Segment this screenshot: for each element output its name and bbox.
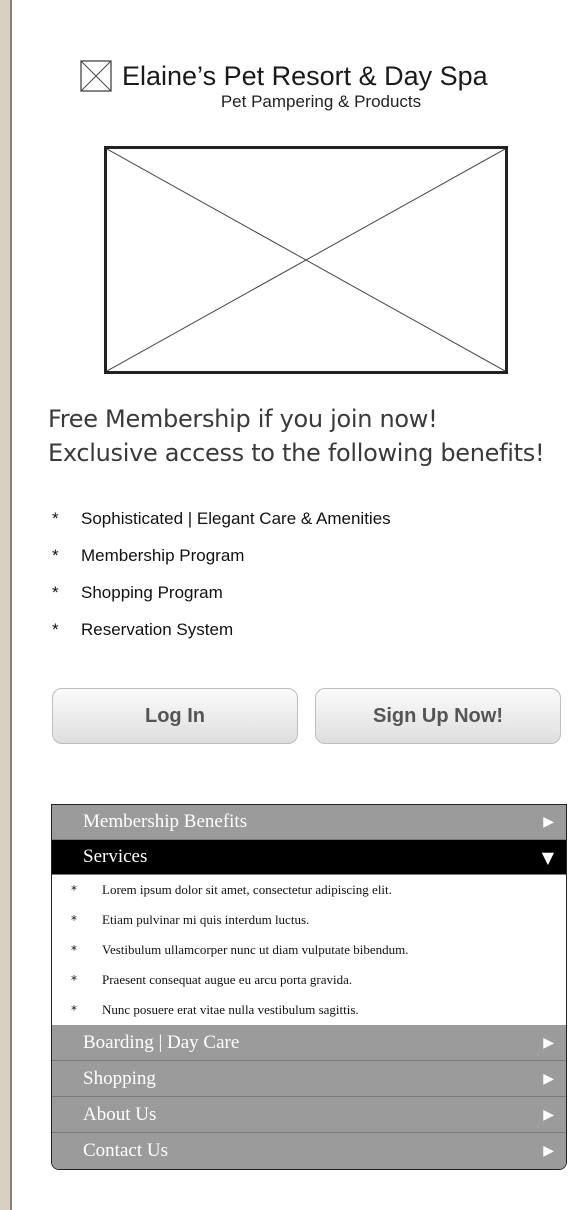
accordion-label: Shopping (83, 1067, 156, 1089)
accordion-services[interactable]: Services ▼ (52, 840, 566, 875)
chevron-right-icon: ▶ (543, 1106, 554, 1123)
benefit-label: Reservation System (81, 619, 234, 639)
image-placeholder-icon (80, 60, 112, 92)
accordion-label: Services (83, 846, 148, 867)
page-frame: Elaine’s Pet Resort & Day Spa Pet Pamper… (10, 0, 588, 1210)
services-accordion: Membership Benefits ▶ Services ▼ * Lorem … (51, 804, 567, 1170)
benefit-item: * Membership Program (52, 537, 391, 574)
list-item-text: Nunc posuere erat vitae nulla vestibulum… (102, 1002, 359, 1017)
list-item-text: Lorem ipsum dolor sit amet, consectetur … (102, 882, 392, 897)
promo-line-2: Exclusive access to the following benefi… (48, 439, 545, 467)
promo-line-1: Free Membership if you join now! (48, 405, 438, 433)
chevron-right-icon: ▶ (543, 1070, 554, 1087)
list-item: * Etiam pulvinar mi quis interdum luctus. (52, 905, 566, 935)
list-item: * Vestibulum ullamcorper nunc ut diam vul… (52, 935, 566, 965)
site-title: Elaine’s Pet Resort & Day Spa (122, 60, 488, 91)
benefit-label: Shopping Program (81, 582, 223, 602)
bullet-star: * (52, 582, 59, 602)
accordion-membership-benefits[interactable]: Membership Benefits ▶ (52, 805, 566, 840)
bullet-star: * (71, 883, 77, 897)
accordion-label: About Us (83, 1103, 157, 1125)
logo-row: Elaine’s Pet Resort & Day Spa (80, 58, 488, 94)
list-item: * Nunc posuere erat vitae nulla vestibulu… (52, 995, 566, 1025)
bullet-star: * (71, 973, 77, 987)
site-tagline: Pet Pampering & Products (220, 92, 422, 111)
benefit-item: * Sophisticated | Elegant Care & Amenitie… (52, 500, 391, 537)
accordion-label: Boarding | Day Care (83, 1031, 240, 1053)
login-button[interactable]: Log In (52, 688, 298, 744)
list-item: * Lorem ipsum dolor sit amet, consectetur… (52, 875, 566, 905)
benefit-item: * Reservation System (52, 611, 391, 648)
list-item-text: Praesent consequat augue eu arcu porta g… (102, 972, 353, 987)
bullet-star: * (71, 913, 77, 927)
accordion-contact-us[interactable]: Contact Us ▶ (52, 1133, 566, 1169)
benefit-label: Membership Program (81, 545, 245, 565)
list-item-text: Etiam pulvinar mi quis interdum luctus. (102, 912, 310, 927)
services-list: * Lorem ipsum dolor sit amet, consectetur… (52, 875, 566, 1025)
chevron-right-icon: ▶ (543, 814, 554, 830)
accordion-label: Contact Us (83, 1140, 168, 1161)
benefits-list: * Sophisticated | Elegant Care & Amenitie… (52, 500, 391, 648)
chevron-right-icon: ▶ (543, 1143, 554, 1159)
chevron-right-icon: ▶ (543, 1034, 554, 1051)
bullet-star: * (52, 545, 59, 565)
bullet-star: * (52, 508, 59, 528)
bullet-star: * (71, 1003, 77, 1017)
bullet-star: * (52, 619, 59, 639)
chevron-down-icon: ▼ (541, 847, 554, 867)
accordion-shopping[interactable]: Shopping ▶ (52, 1061, 566, 1097)
list-item-text: Vestibulum ullamcorper nunc ut diam vulp… (102, 942, 409, 957)
accordion-boarding-day-care[interactable]: Boarding | Day Care ▶ (52, 1025, 566, 1061)
accordion-label: Membership Benefits (83, 811, 248, 832)
list-item: * Praesent consequat augue eu arcu porta … (52, 965, 566, 995)
benefit-item: * Shopping Program (52, 574, 391, 611)
bullet-star: * (71, 943, 77, 957)
promo-heading: Free Membership if you join now! Exclusi… (48, 402, 545, 470)
signup-button[interactable]: Sign Up Now! (315, 688, 561, 744)
accordion-about-us[interactable]: About Us ▶ (52, 1097, 566, 1133)
benefit-label: Sophisticated | Elegant Care & Amenities (81, 508, 391, 528)
hero-image-placeholder (104, 146, 508, 374)
image-placeholder-icon (107, 149, 505, 371)
